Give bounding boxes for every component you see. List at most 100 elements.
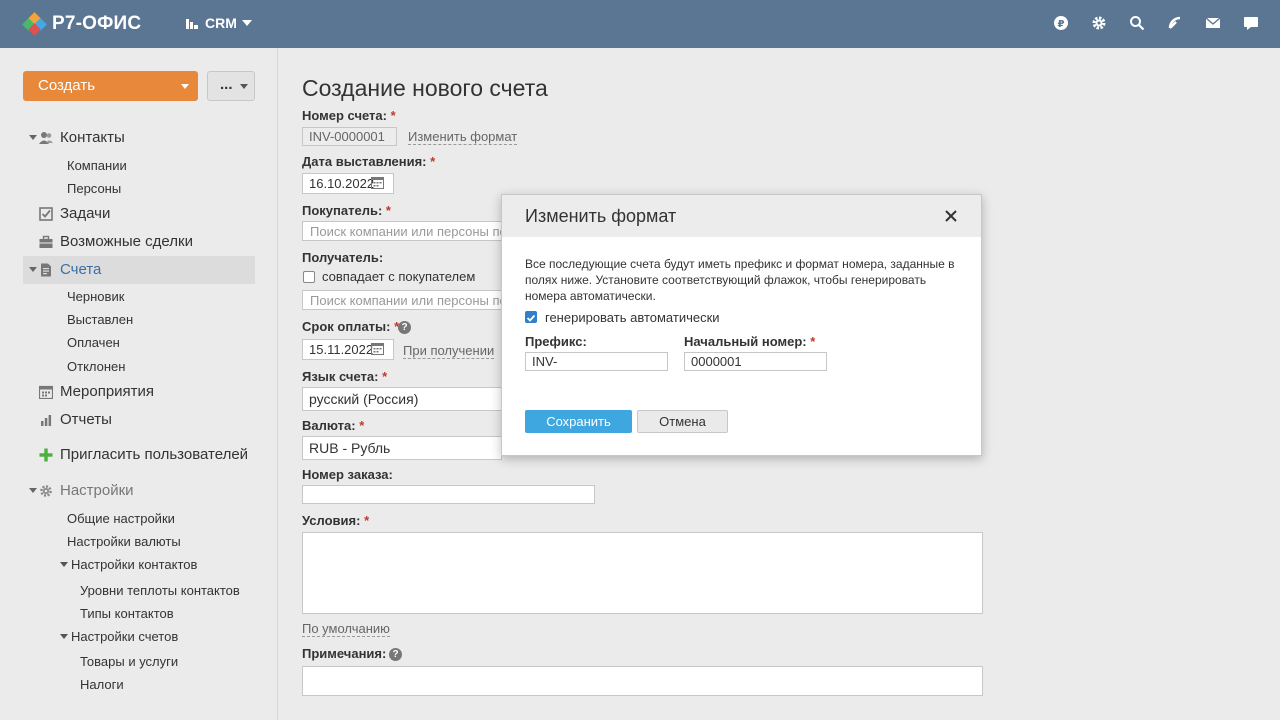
logo-mark-icon [22,12,48,36]
sidebar-subitem-currency-settings[interactable]: Настройки валюты [67,534,181,549]
calendar-icon [39,385,53,399]
invoice-number-input: INV-0000001 [302,127,397,146]
order-number-input[interactable] [302,485,595,504]
invoice-language-label: Язык счета: * [302,369,388,384]
collapse-triangle-icon[interactable] [29,488,37,493]
sidebar-item-settings[interactable]: Настройки [23,477,255,505]
collapse-triangle-icon[interactable] [60,562,68,567]
top-bar: Р7-ОФИС CRM ₽ [0,0,1280,48]
auto-generate-label: генерировать автоматически [545,310,720,325]
issue-date-label: Дата выставления: * [302,154,436,169]
sidebar-subitem-issued[interactable]: Выставлен [67,312,133,327]
sidebar-subitem-rejected[interactable]: Отклонен [67,359,125,374]
sidebar-item-events[interactable]: Мероприятия [23,378,255,406]
chevron-down-icon [241,20,252,26]
buyer-placeholder: Поиск компании или персоны по [310,223,502,239]
invoice-document-icon [41,263,51,277]
sidebar-item-invite-users[interactable]: Пригласить пользователей [23,441,255,469]
create-button[interactable]: Создать [23,71,198,101]
calendar-icon[interactable] [371,342,384,355]
save-button[interactable]: Сохранить [525,410,632,433]
help-icon[interactable]: ? [389,648,402,661]
required-mark: * [359,418,365,433]
prefix-input[interactable]: INV- [525,352,668,371]
due-date-value: 15.11.2022 [309,342,374,357]
buyer-search-input[interactable]: Поиск компании или персоны по [302,221,502,241]
sidebar-item-tasks[interactable]: Задачи [23,200,255,228]
notes-label: Примечания: [302,646,387,661]
sidebar-item-label: Счета [60,261,102,278]
sidebar-subitem-taxes[interactable]: Налоги [80,677,124,692]
required-mark: * [390,108,396,123]
sidebar-item-label: Задачи [60,205,111,222]
change-format-dialog: Изменить формат Все последующие счета бу… [501,194,982,456]
default-terms-link[interactable]: По умолчанию [302,621,390,637]
module-label: CRM [205,15,237,31]
currency-value: RUB - Рубль [309,440,391,456]
close-icon[interactable] [942,207,960,225]
page-title: Создание нового счета [302,75,548,101]
change-format-link[interactable]: Изменить формат [408,129,518,145]
collapse-triangle-icon[interactable] [29,135,37,140]
module-switcher[interactable]: CRM [185,15,252,31]
sidebar-subitem-persons[interactable]: Персоны [67,181,121,196]
sidebar-item-label: Отчеты [60,411,112,428]
currency-label: Валюта: * [302,418,365,433]
sidebar-subitem-contact-types[interactable]: Типы контактов [80,606,174,621]
sidebar-item-label: Пригласить пользователей [60,446,249,463]
sidebar-subitem-contact-settings[interactable]: Настройки контактов [71,557,197,572]
recipient-placeholder: Поиск компании или персоны по [310,292,502,308]
terms-textarea[interactable] [302,532,983,614]
ruble-icon[interactable]: ₽ [1052,14,1070,32]
mail-icon[interactable] [1204,14,1222,32]
currency-select[interactable]: RUB - Рубль [302,436,502,460]
required-mark: * [430,154,436,169]
sidebar-subitem-products[interactable]: Товары и услуги [80,654,178,669]
notes-textarea[interactable] [302,666,983,696]
sidebar-subitem-paid[interactable]: Оплачен [67,335,120,350]
sidebar-subitem-general-settings[interactable]: Общие настройки [67,511,175,526]
sidebar-item-invoices[interactable]: Счета [23,256,255,284]
sidebar-item-reports[interactable]: Отчеты [23,406,255,434]
plus-icon [39,448,53,462]
sidebar-subitem-companies[interactable]: Компании [67,158,127,173]
settings-gear-icon[interactable] [1090,14,1108,32]
invoice-language-select[interactable]: русский (Россия) [302,387,502,411]
required-mark: * [385,203,391,218]
sidebar-subitem-invoice-settings[interactable]: Настройки счетов [71,629,178,644]
search-icon[interactable] [1128,14,1146,32]
bar-chart-icon [41,415,52,426]
more-label: ... [220,76,233,93]
dialog-header: Изменить формат [502,195,981,237]
feed-icon[interactable] [1166,14,1184,32]
collapse-triangle-icon[interactable] [29,267,37,272]
on-receipt-link[interactable]: При получении [403,343,495,359]
svg-text:₽: ₽ [1058,19,1065,30]
auto-generate-checkbox[interactable] [525,311,537,323]
logo[interactable]: Р7-ОФИС [22,12,141,36]
collapse-triangle-icon[interactable] [60,634,68,639]
same-as-buyer-checkbox[interactable] [303,271,315,283]
sidebar-item-deals[interactable]: Возможные сделки [23,228,255,256]
sidebar-item-contacts[interactable]: Контакты [23,124,255,152]
recipient-search-input[interactable]: Поиск компании или персоны по [302,290,502,310]
chat-icon[interactable] [1242,14,1260,32]
buyer-label: Покупатель: * [302,203,391,218]
calendar-icon[interactable] [371,176,384,189]
checkmark-icon [526,314,536,322]
sidebar-subitem-contact-levels[interactable]: Уровни теплоты контактов [80,583,240,598]
help-icon[interactable]: ? [398,321,411,334]
cancel-button[interactable]: Отмена [637,410,728,433]
order-number-label: Номер заказа: [302,467,393,482]
sidebar-item-label: Контакты [60,129,125,146]
create-button-label: Создать [38,77,96,94]
start-number-input[interactable]: 0000001 [684,352,827,371]
recipient-label: Получатель: [302,250,384,265]
start-number-value: 0000001 [691,354,742,369]
more-actions-button[interactable]: ... [207,71,255,101]
chevron-down-icon [240,84,248,89]
terms-label: Условия: * [302,513,370,528]
sidebar-subitem-draft[interactable]: Черновик [67,289,124,304]
prefix-label: Префикс: [525,334,587,349]
task-checkbox-icon [39,207,53,221]
